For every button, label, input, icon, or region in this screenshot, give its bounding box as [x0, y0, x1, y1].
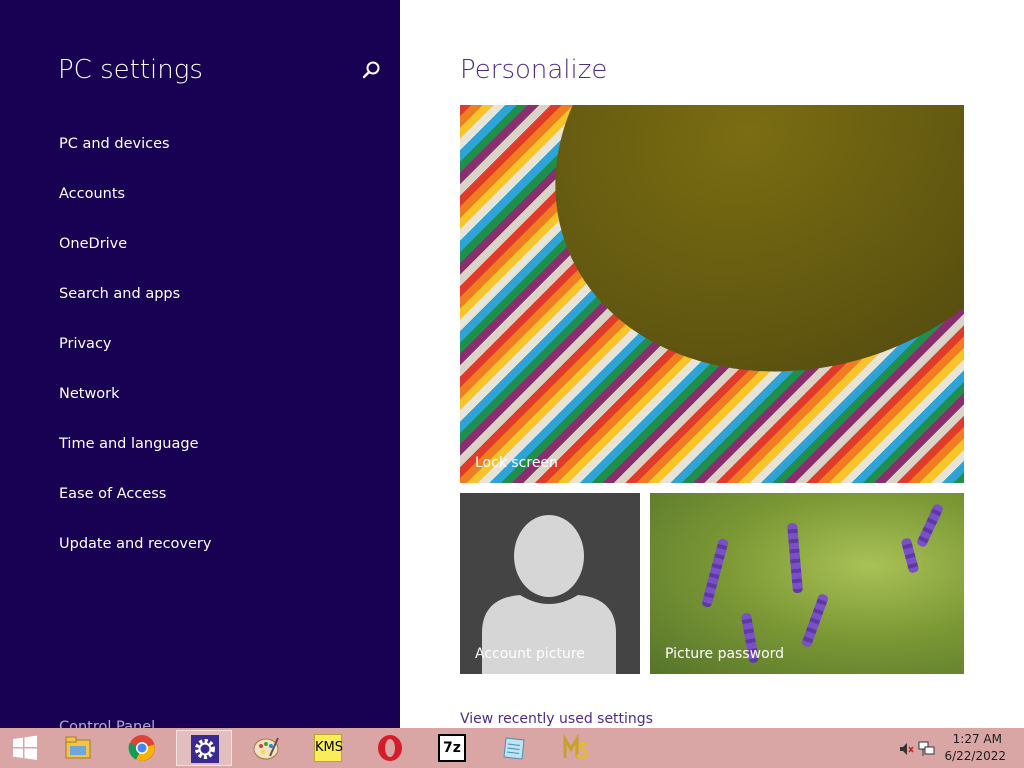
nav-item-update-and-recovery[interactable]: Update and recovery	[59, 536, 211, 552]
kms-icon: KMS	[314, 734, 343, 762]
clock-date[interactable]: 6/22/2022	[944, 749, 1006, 763]
picture-password-tile[interactable]: Picture password	[650, 493, 964, 674]
7zip-icon: 7z	[438, 734, 466, 762]
ms-keys-icon	[563, 734, 588, 759]
page-title: Personalize	[460, 55, 608, 85]
taskbar: KMS 7z 1:27 AM 6/22/2022	[0, 728, 1024, 768]
start-button[interactable]	[0, 730, 50, 766]
nav-item-accounts[interactable]: Accounts	[59, 186, 125, 202]
taskbar-file-explorer[interactable]	[50, 730, 106, 766]
lock-screen-tile[interactable]: Lock screen	[460, 105, 964, 483]
sidebar: PC settings PC and devices Accounts OneD…	[0, 0, 400, 735]
lock-screen-image	[493, 105, 964, 442]
lavender-flower	[915, 502, 945, 549]
view-recently-used-settings-link[interactable]: View recently used settings	[460, 711, 653, 727]
network-icon[interactable]	[918, 741, 936, 757]
nav-item-network[interactable]: Network	[59, 386, 120, 402]
lavender-flower	[701, 537, 729, 609]
settings-gear-icon	[191, 735, 219, 763]
notepad-icon	[503, 737, 525, 760]
opera-icon	[378, 735, 402, 761]
nav-item-time-and-language[interactable]: Time and language	[59, 436, 199, 452]
speaker-muted-icon[interactable]	[898, 741, 914, 757]
lavender-flower	[800, 592, 830, 649]
system-tray: 1:27 AM 6/22/2022	[884, 728, 1024, 768]
search-icon	[362, 61, 380, 79]
account-picture-label: Account picture	[475, 646, 585, 662]
picture-password-label: Picture password	[665, 646, 785, 662]
nav-item-pc-and-devices[interactable]: PC and devices	[59, 136, 170, 152]
taskbar-chrome[interactable]	[114, 730, 170, 766]
taskbar-paint[interactable]	[238, 730, 294, 766]
file-explorer-icon	[65, 736, 91, 759]
account-picture-tile[interactable]: Account picture	[460, 493, 640, 674]
windows-start-icon	[13, 735, 37, 760]
taskbar-settings[interactable]	[176, 730, 232, 766]
nav-item-search-and-apps[interactable]: Search and apps	[59, 286, 180, 302]
chrome-icon	[128, 735, 155, 761]
taskbar-kms[interactable]: KMS	[300, 730, 356, 766]
taskbar-notepad[interactable]	[486, 730, 542, 766]
lock-screen-label: Lock screen	[475, 455, 558, 471]
nav-item-ease-of-access[interactable]: Ease of Access	[59, 486, 166, 502]
clock-time[interactable]: 1:27 AM	[953, 732, 1002, 746]
search-button[interactable]	[360, 60, 382, 82]
nav-item-privacy[interactable]: Privacy	[59, 336, 112, 352]
lavender-flower	[786, 522, 804, 594]
nav-item-onedrive[interactable]: OneDrive	[59, 236, 127, 252]
taskbar-ms-keys[interactable]	[548, 730, 604, 766]
sidebar-title: PC settings	[58, 55, 203, 85]
taskbar-7zip[interactable]: 7z	[424, 730, 480, 766]
paint-palette-icon	[253, 737, 279, 760]
taskbar-opera[interactable]	[362, 730, 418, 766]
